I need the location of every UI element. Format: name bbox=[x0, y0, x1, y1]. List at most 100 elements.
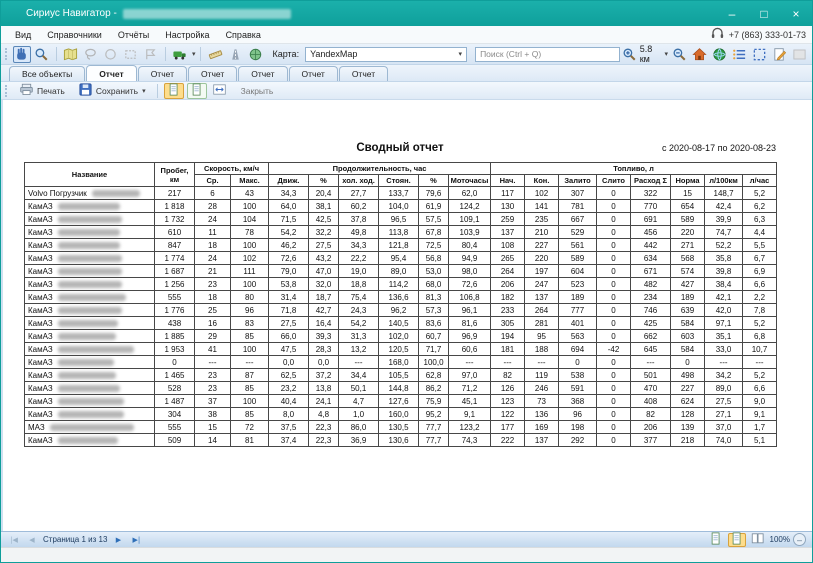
value-cell: 259 bbox=[491, 213, 525, 226]
tab-4[interactable]: Отчет bbox=[238, 66, 287, 81]
value-cell: 777 bbox=[559, 304, 597, 317]
value-cell: 217 bbox=[155, 187, 195, 200]
value-cell: 114,2 bbox=[379, 278, 419, 291]
value-cell: 28,3 bbox=[309, 343, 339, 356]
redacted-plate bbox=[92, 190, 140, 197]
value-cell: 43,2 bbox=[309, 252, 339, 265]
home-icon[interactable] bbox=[690, 46, 708, 63]
tab-3[interactable]: Отчет bbox=[188, 66, 237, 81]
minimize-button[interactable]: – bbox=[716, 1, 748, 26]
value-cell: 0 bbox=[597, 200, 631, 213]
table-row-4: КамАЗ8471810046,227,534,3121,872,580,410… bbox=[25, 239, 777, 252]
col-sub-0-1: Макс. bbox=[231, 175, 269, 187]
close-report-button[interactable]: Закрыть bbox=[241, 86, 274, 96]
value-cell: 120,5 bbox=[379, 343, 419, 356]
menu-item-2[interactable]: Отчёты bbox=[110, 28, 157, 42]
last-page-button[interactable]: ▶| bbox=[129, 536, 143, 544]
value-cell: 247 bbox=[525, 278, 559, 291]
globe-icon[interactable] bbox=[710, 46, 728, 63]
tab-2[interactable]: Отчет bbox=[138, 66, 187, 81]
tab-1-active[interactable]: Отчет bbox=[86, 65, 137, 81]
value-cell: 32,0 bbox=[309, 278, 339, 291]
value-cell: 96 bbox=[559, 408, 597, 421]
value-cell: 770 bbox=[631, 200, 671, 213]
map-edit-icon[interactable] bbox=[62, 46, 80, 63]
value-cell: 85 bbox=[231, 382, 269, 395]
tab-6[interactable]: Отчет bbox=[339, 66, 388, 81]
status-fit-page-button[interactable] bbox=[728, 533, 746, 547]
vehicle-icon[interactable] bbox=[171, 46, 189, 63]
value-cell: 198 bbox=[559, 421, 597, 434]
value-cell: 42,4 bbox=[705, 200, 743, 213]
table-row-15: КамАЗ528238523,213,850,1144,886,271,2126… bbox=[25, 382, 777, 395]
value-cell: 148,7 bbox=[705, 187, 743, 200]
search-input[interactable] bbox=[475, 47, 620, 62]
selection-icon[interactable] bbox=[750, 46, 768, 63]
vehicle-icon-chevron-down-icon[interactable]: ▾ bbox=[192, 50, 196, 58]
value-cell: 233 bbox=[491, 304, 525, 317]
value-cell: 87 bbox=[231, 369, 269, 382]
list-icon[interactable] bbox=[730, 46, 748, 63]
value-cell: 4,4 bbox=[743, 226, 777, 239]
value-cell: 377 bbox=[631, 434, 671, 447]
print-button[interactable]: Печать bbox=[14, 81, 70, 100]
value-cell: 102 bbox=[525, 187, 559, 200]
value-cell: 7,8 bbox=[743, 304, 777, 317]
redacted-plate bbox=[58, 294, 126, 301]
menu-item-0[interactable]: Вид bbox=[7, 28, 39, 42]
col-sub-2-5: Норма bbox=[671, 175, 705, 187]
zoom-icon[interactable] bbox=[33, 46, 51, 63]
tab-5[interactable]: Отчет bbox=[289, 66, 338, 81]
next-page-button[interactable]: ▶ bbox=[111, 536, 125, 544]
zoom-in-icon[interactable] bbox=[622, 46, 637, 63]
view-fit-width-button[interactable] bbox=[210, 83, 230, 99]
tab-0[interactable]: Все объекты bbox=[9, 66, 85, 81]
view-single-page-button[interactable] bbox=[164, 83, 184, 99]
value-cell: 35,1 bbox=[705, 330, 743, 343]
zoom-out-icon[interactable] bbox=[670, 46, 688, 63]
zoom-out-button[interactable]: – bbox=[793, 533, 806, 546]
value-cell: 235 bbox=[525, 213, 559, 226]
value-cell: 62,5 bbox=[269, 369, 309, 382]
geo-zones-icon[interactable] bbox=[246, 46, 264, 63]
status-multi-page-button[interactable] bbox=[749, 533, 767, 547]
scale-chevron-down-icon[interactable]: ▾ bbox=[665, 50, 669, 58]
toolbar-right-icons: 5.8 км ▾ bbox=[622, 44, 808, 64]
save-button[interactable]: Сохранить ▾ bbox=[73, 81, 151, 100]
value-cell: 108 bbox=[491, 239, 525, 252]
value-cell: 23 bbox=[195, 369, 231, 382]
edit-icon[interactable] bbox=[770, 46, 788, 63]
menu-item-3[interactable]: Настройка bbox=[157, 28, 217, 42]
value-cell: 322 bbox=[631, 187, 671, 200]
maximize-button[interactable]: □ bbox=[748, 1, 780, 26]
value-cell: 85 bbox=[231, 330, 269, 343]
value-cell: 13,8 bbox=[309, 382, 339, 395]
map-select[interactable]: YandexMap ▾ bbox=[305, 47, 467, 62]
first-page-button[interactable]: |◀ bbox=[7, 536, 21, 544]
table-row-9: КамАЗ1 776259671,842,724,396,257,396,123… bbox=[25, 304, 777, 317]
value-cell: 37,4 bbox=[269, 434, 309, 447]
value-cell: 20,4 bbox=[309, 187, 339, 200]
value-cell: 60,2 bbox=[339, 200, 379, 213]
save-chevron-down-icon[interactable]: ▾ bbox=[142, 87, 146, 95]
value-cell: 128 bbox=[671, 408, 705, 421]
road-icon[interactable] bbox=[226, 46, 244, 63]
value-cell: 27,7 bbox=[339, 187, 379, 200]
value-cell: 0 bbox=[597, 369, 631, 382]
value-cell: 72,5 bbox=[419, 239, 449, 252]
value-cell: 86,2 bbox=[419, 382, 449, 395]
value-cell: 124,2 bbox=[449, 200, 491, 213]
view-continuous-button[interactable] bbox=[187, 83, 207, 99]
menu-item-4[interactable]: Справка bbox=[218, 28, 269, 42]
value-cell: 96,2 bbox=[379, 304, 419, 317]
value-cell: 177 bbox=[491, 421, 525, 434]
pan-hand-icon[interactable] bbox=[13, 46, 31, 63]
value-cell: 847 bbox=[155, 239, 195, 252]
prev-page-button[interactable]: ◀ bbox=[25, 536, 39, 544]
status-single-page-button[interactable] bbox=[707, 533, 725, 547]
close-button[interactable]: × bbox=[780, 1, 812, 26]
value-cell: 694 bbox=[559, 343, 597, 356]
ruler-icon[interactable] bbox=[206, 46, 224, 63]
menu-item-1[interactable]: Справочники bbox=[39, 28, 110, 42]
chevron-down-icon: ▾ bbox=[459, 50, 463, 58]
